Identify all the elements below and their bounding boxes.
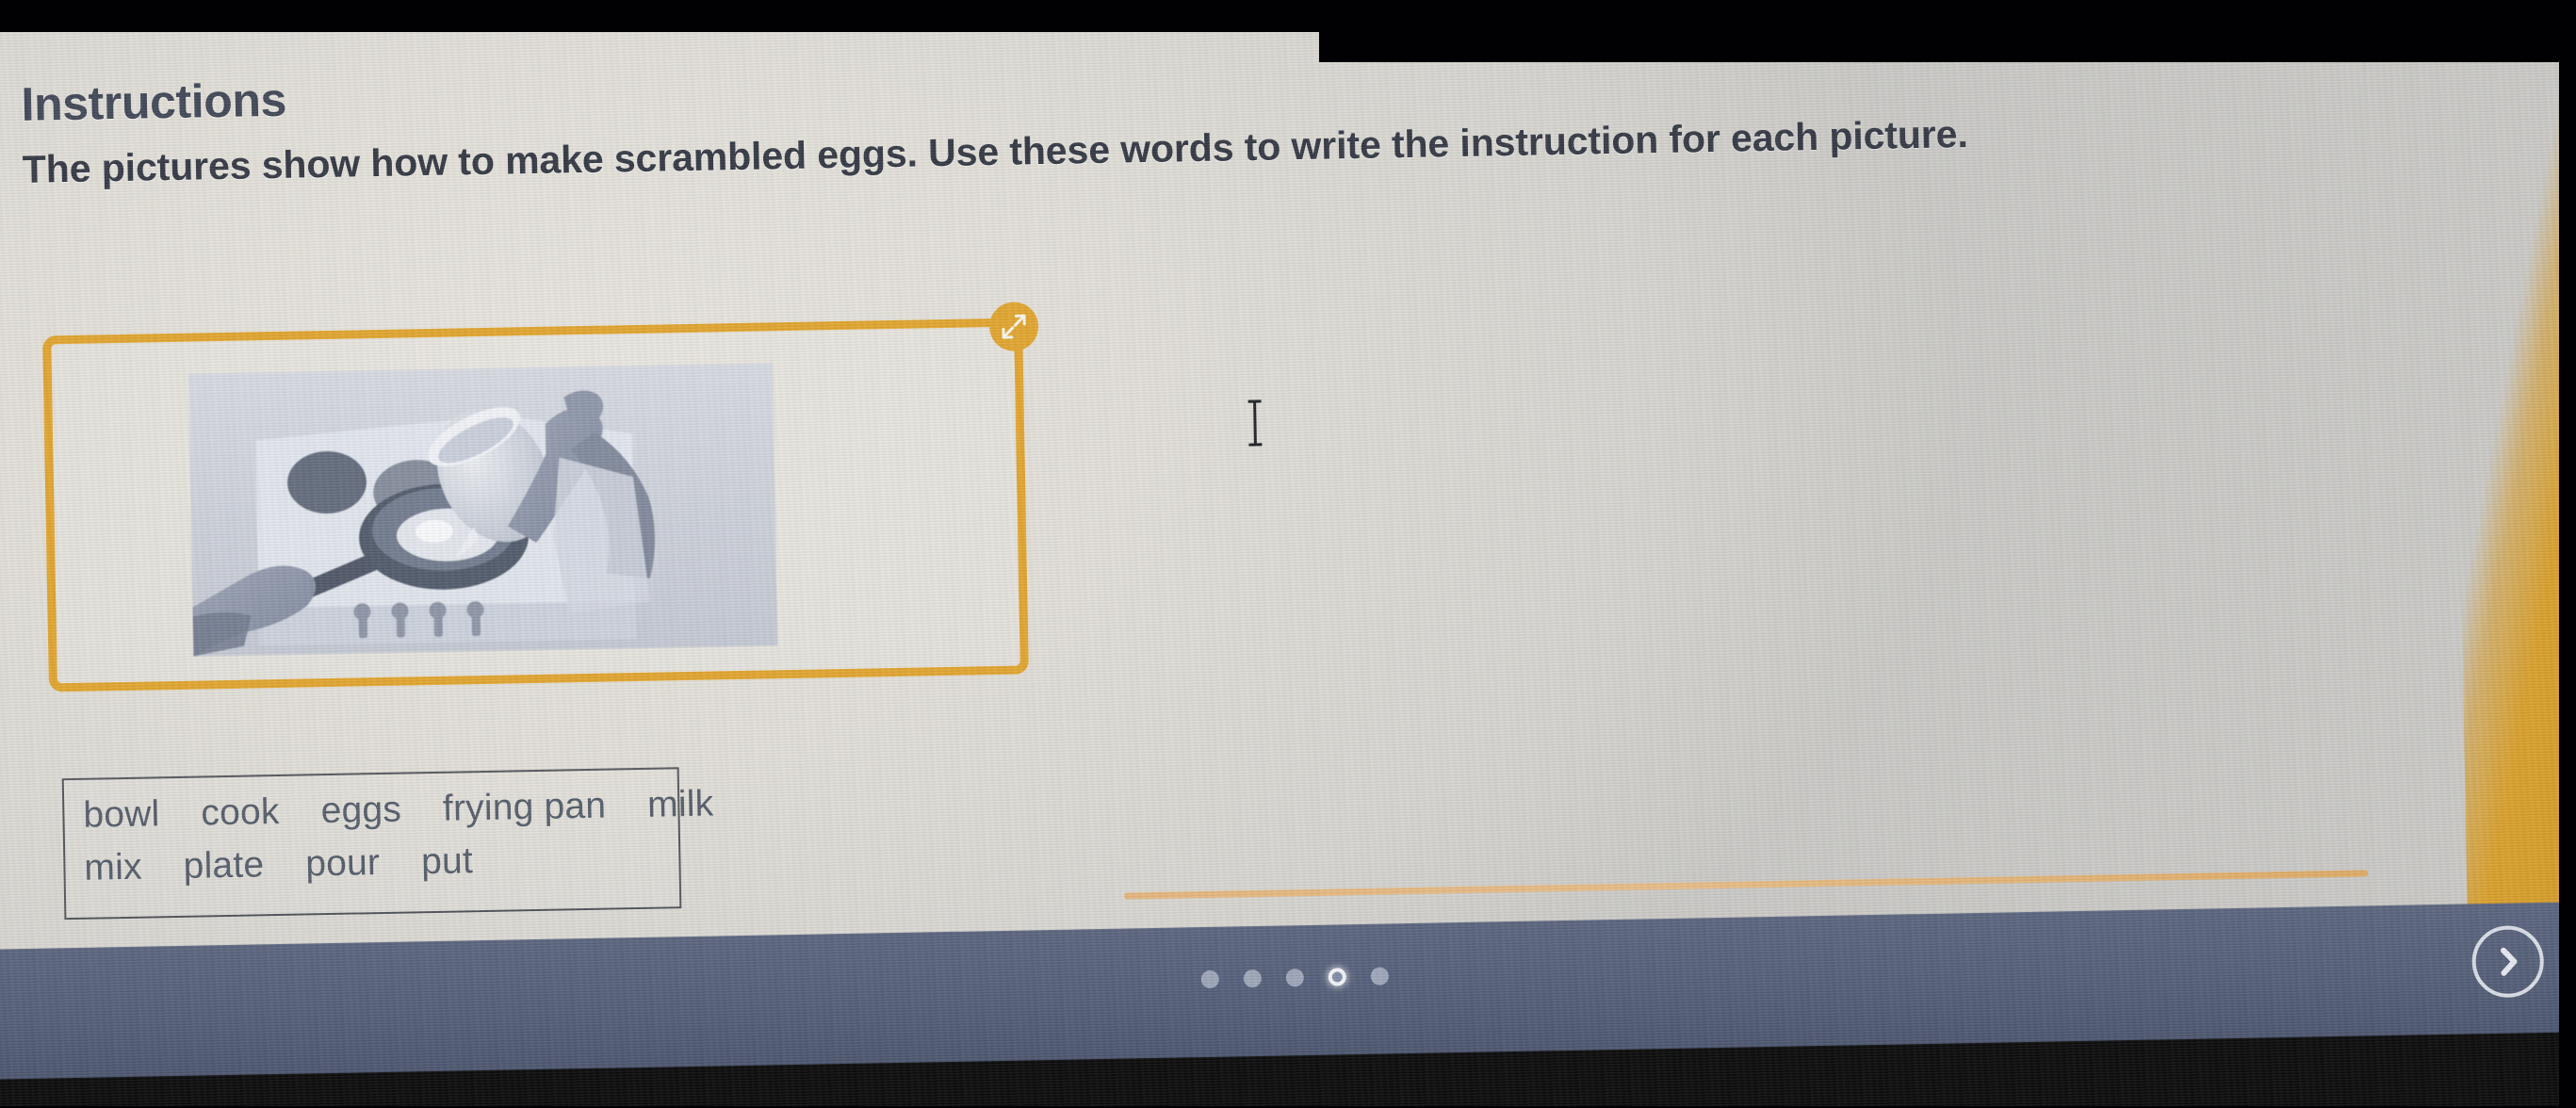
word-chip[interactable]: pour	[305, 842, 381, 885]
photo-letterbox-top	[0, 0, 1413, 32]
word-chip[interactable]: plate	[183, 844, 264, 888]
word-chip[interactable]: eggs	[320, 790, 401, 833]
photo-letterbox-top-right	[1319, 0, 2576, 62]
word-chip[interactable]: frying pan	[443, 786, 607, 830]
page-dot-4-active[interactable]	[1328, 968, 1346, 986]
page-dot-2[interactable]	[1243, 969, 1262, 988]
lesson-content: Instructions The pictures show how to ma…	[0, 0, 2576, 999]
monitor-panel: Instructions The pictures show how to ma…	[0, 0, 2576, 1108]
text-cursor-icon	[1245, 399, 1266, 448]
word-bank: bowl cook eggs frying pan milk mix plate…	[61, 767, 714, 921]
page-dot-5[interactable]	[1370, 967, 1389, 986]
word-chip[interactable]: milk	[647, 784, 714, 826]
word-chip[interactable]: cook	[201, 791, 280, 835]
page-indicator-dots	[1200, 967, 1389, 989]
screen-photo: Instructions The pictures show how to ma…	[0, 0, 2576, 1108]
page-dot-3[interactable]	[1285, 969, 1304, 987]
word-bank-row: mix plate pour put	[84, 838, 660, 901]
next-page-button[interactable]	[2471, 924, 2545, 999]
answer-input-line[interactable]	[1124, 870, 2369, 900]
word-chip[interactable]: put	[421, 840, 474, 883]
scrambled-eggs-photo	[187, 363, 778, 657]
picture-illustration	[187, 363, 778, 657]
photo-letterbox-right	[2559, 0, 2576, 1108]
chevron-right-icon	[2500, 947, 2518, 976]
picture-card[interactable]	[42, 301, 1039, 692]
page-dot-1[interactable]	[1200, 970, 1219, 989]
word-chip[interactable]: mix	[84, 847, 142, 889]
page-title: Instructions	[21, 73, 287, 131]
word-chip[interactable]: bowl	[83, 793, 160, 836]
instruction-text: The pictures show how to make scrambled …	[22, 112, 1969, 191]
expand-diagonal-icon[interactable]	[988, 301, 1039, 352]
